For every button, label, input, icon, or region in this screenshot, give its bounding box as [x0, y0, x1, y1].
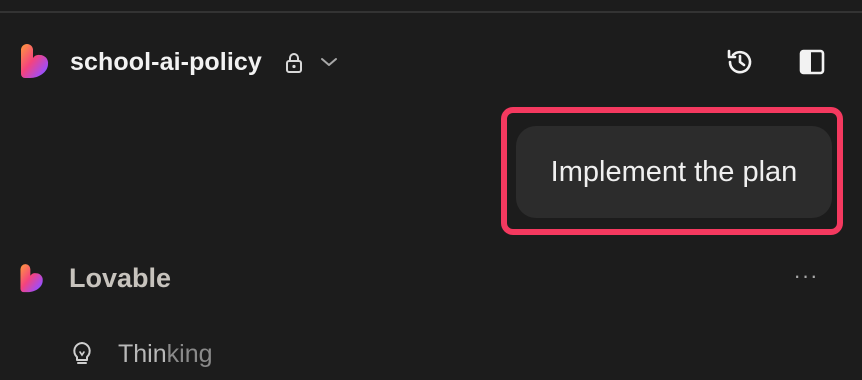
highlight-box	[501, 107, 843, 235]
lovable-logo	[21, 44, 49, 78]
chat-window: school-ai-policy Implement the plan Lova…	[0, 0, 862, 380]
chevron-down-icon[interactable]	[318, 54, 340, 70]
top-divider	[0, 11, 862, 13]
history-icon	[727, 49, 752, 74]
history-button[interactable]	[722, 44, 758, 80]
project-header: school-ai-policy	[0, 40, 862, 84]
thinking-label: Thinking	[118, 338, 213, 370]
thinking-label-rest: king	[166, 340, 213, 368]
sidebar-toggle-icon	[799, 49, 825, 75]
thinking-label-shimmer: Thin	[118, 340, 167, 368]
assistant-avatar-icon	[20, 264, 43, 293]
assistant-header: Lovable ···	[0, 258, 862, 298]
lock-icon	[286, 53, 302, 73]
lightbulb-icon	[73, 342, 91, 364]
assistant-name: Lovable	[69, 263, 172, 293]
thinking-status: Thinking	[0, 336, 862, 372]
project-name[interactable]: school-ai-policy	[70, 48, 262, 76]
sidebar-toggle-button[interactable]	[794, 44, 830, 80]
more-options-button[interactable]: ···	[786, 262, 826, 290]
